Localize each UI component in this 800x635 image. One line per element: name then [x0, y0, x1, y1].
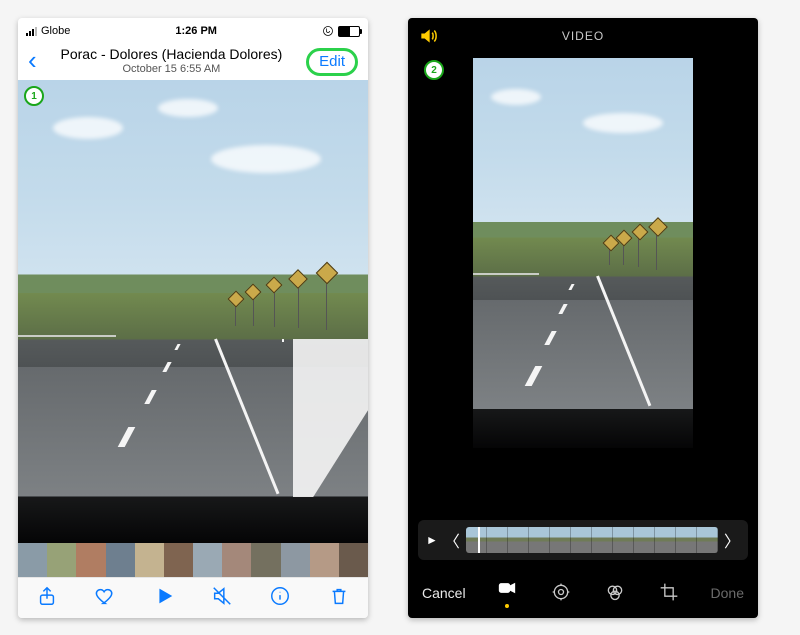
step-badge-1: 1: [24, 86, 44, 106]
bottom-toolbar: [18, 577, 368, 618]
play-button[interactable]: [153, 585, 175, 612]
video-scrubber[interactable]: ► 〈 〉: [418, 520, 748, 560]
scrubber-frames[interactable]: [466, 527, 718, 553]
crop-button[interactable]: [659, 582, 679, 605]
done-button[interactable]: Done: [711, 585, 744, 601]
battery-icon: [338, 26, 360, 37]
carrier-label: Globe: [41, 25, 70, 37]
trim-start-handle[interactable]: 〈: [444, 528, 460, 552]
edit-toolbar: Cancel Done: [408, 568, 758, 618]
edit-button[interactable]: Edit: [306, 48, 358, 76]
edit-preview[interactable]: [473, 58, 693, 448]
clock: 1:26 PM: [175, 25, 217, 37]
trim-end-handle[interactable]: 〉: [724, 528, 740, 552]
mute-button[interactable]: [211, 585, 233, 612]
favorite-button[interactable]: [94, 585, 116, 612]
status-bar: Globe 1:26 PM: [18, 18, 368, 40]
scrubber-play-button[interactable]: ►: [426, 533, 438, 547]
share-button[interactable]: [36, 585, 58, 612]
nav-bar: ‹ Porac - Dolores (Hacienda Dolores) Oct…: [18, 40, 368, 80]
photos-detail-screen: Globe 1:26 PM ‹ Porac - Dolores (Haciend…: [18, 18, 368, 618]
page-subtitle: October 15 6:55 AM: [37, 63, 306, 75]
step-badge-2: 2: [424, 60, 444, 80]
volume-icon[interactable]: [418, 26, 438, 49]
video-preview[interactable]: 1: [18, 80, 368, 543]
video-edit-screen: VIDEO 2: [408, 18, 758, 618]
filters-button[interactable]: [605, 582, 625, 605]
edit-mode-title: VIDEO: [562, 29, 604, 43]
thumbnail-strip[interactable]: [18, 543, 368, 577]
signal-icon: [26, 27, 37, 36]
highway-photo: [18, 80, 368, 543]
trash-button[interactable]: [328, 585, 350, 612]
scrubber-playhead[interactable]: [478, 527, 480, 553]
active-mode-dot: [505, 604, 509, 608]
cancel-button[interactable]: Cancel: [422, 585, 466, 601]
orientation-lock-icon: [322, 25, 334, 37]
page-title: Porac - Dolores (Hacienda Dolores): [37, 46, 306, 62]
edit-header: VIDEO: [408, 18, 758, 54]
back-button[interactable]: ‹: [28, 46, 37, 70]
edit-preview-area: 2: [408, 54, 758, 512]
info-button[interactable]: [269, 585, 291, 612]
video-mode-button[interactable]: [497, 578, 517, 608]
highway-photo: [473, 58, 693, 448]
adjust-button[interactable]: [551, 582, 571, 605]
